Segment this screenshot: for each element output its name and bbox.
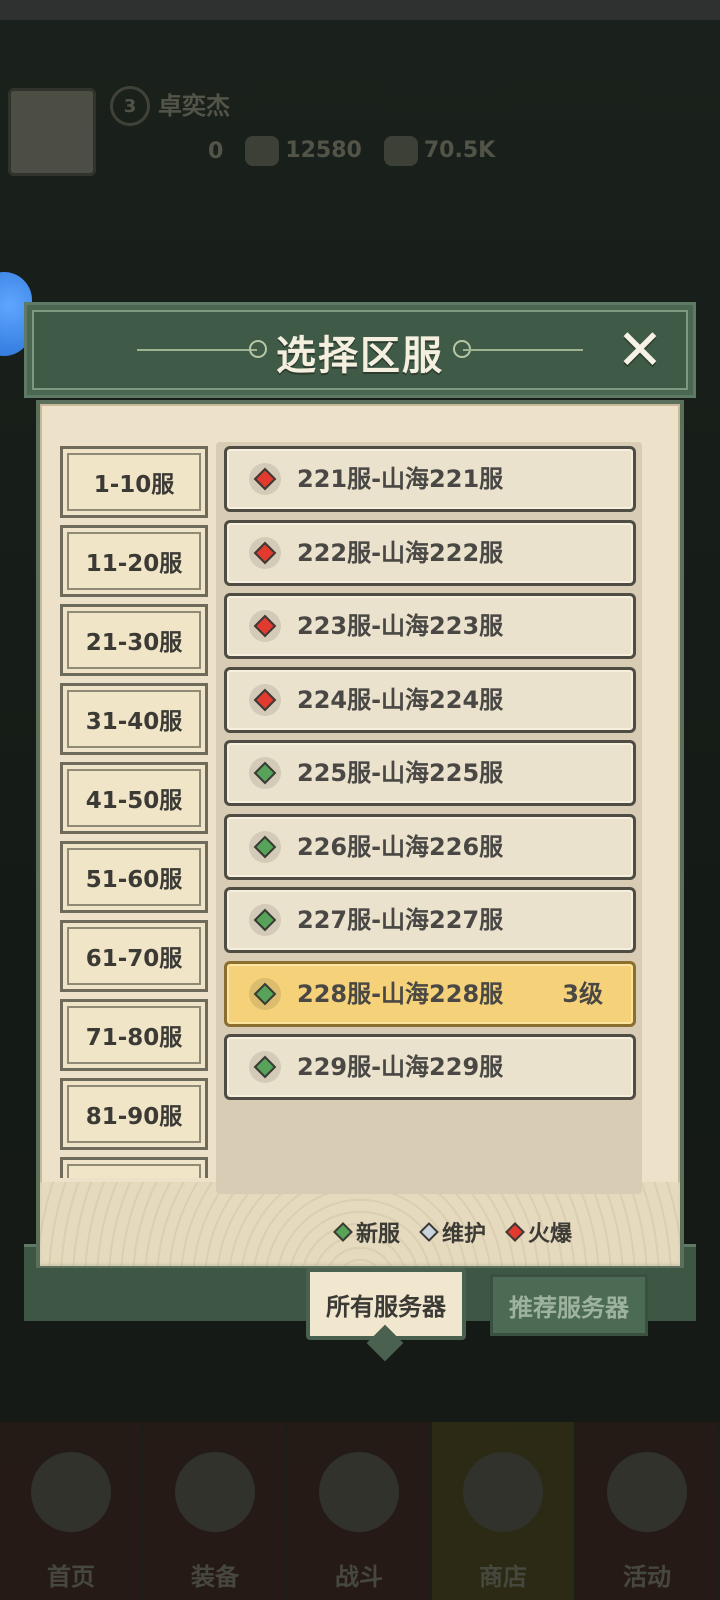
close-icon[interactable]: ✕ [613, 323, 667, 379]
legend-label: 维护 [442, 1222, 487, 1247]
status-legend: 新服 维护 火爆 [333, 1212, 636, 1252]
player-name: 卓奕杰 [158, 92, 230, 120]
player-avatar [8, 88, 96, 176]
nav-icon [319, 1452, 399, 1532]
server-select-header: 选择区服 ✕ [24, 302, 696, 398]
legend-item: 维护 [419, 1216, 487, 1248]
player-stats: 0 12580 70.5K [208, 136, 495, 166]
legend-diamond-icon [333, 1222, 353, 1242]
server-list[interactable]: 221服-山海221服 222服-山海222服 223服-山海223服 224服-山海… [216, 442, 642, 1194]
range-button[interactable]: 1-10服 [60, 446, 208, 518]
server-row[interactable]: 228服-山海228服 3级 [224, 960, 636, 1027]
nav-label: 首页 [47, 1563, 95, 1591]
nav-icon [463, 1452, 543, 1532]
stat-c: 70.5K [383, 136, 495, 166]
server-range-list[interactable]: 1-10服 11-20服 21-30服 31-40服 41-50服 51-60服 61-70… [60, 446, 208, 1178]
status-diamond-icon [249, 683, 281, 716]
status-diamond-icon [249, 610, 281, 642]
range-button[interactable]: 11-20服 [60, 525, 208, 597]
status-diamond-icon [249, 977, 281, 1010]
server-row[interactable]: 227服-山海227服 [224, 887, 636, 953]
status-bar [0, 0, 720, 20]
legend-diamond-icon [419, 1222, 439, 1242]
server-row[interactable]: 222服-山海222服 [224, 519, 636, 586]
server-row[interactable]: 224服-山海224服 [224, 666, 636, 733]
status-diamond-icon [249, 757, 281, 789]
player-level-badge: 3 [110, 86, 150, 126]
dialog-title: 选择区服 [276, 333, 444, 379]
range-button[interactable]: 31-40服 [60, 683, 208, 755]
nav-icon [31, 1452, 111, 1532]
stat-a: 0 [208, 138, 224, 164]
stat-b: 12580 [245, 136, 362, 166]
server-row[interactable]: 221服-山海221服 [224, 446, 636, 512]
power-icon [383, 136, 418, 166]
server-name: 229服-山海229服 [297, 1053, 504, 1081]
server-character-level: 3级 [562, 979, 603, 1008]
server-name: 221服-山海221服 [297, 465, 504, 493]
server-name: 226服-山海226服 [297, 832, 504, 861]
bottom-nav-item[interactable]: 装备 [144, 1422, 288, 1600]
title-ornament-right [463, 349, 583, 351]
bottom-nav-item[interactable]: 战斗 [288, 1422, 432, 1600]
server-name: 227服-山海227服 [297, 906, 504, 934]
server-name: 223服-山海223服 [297, 612, 504, 640]
nav-label: 装备 [191, 1563, 239, 1591]
server-name: 225服-山海225服 [297, 759, 504, 787]
nav-label: 战斗 [335, 1563, 383, 1591]
coin-icon [245, 136, 280, 166]
range-button[interactable]: 81-90服 [60, 1078, 208, 1150]
player-header: 3 卓奕杰 0 12580 70.5K [8, 80, 528, 190]
legend-label: 火爆 [528, 1222, 573, 1247]
range-button[interactable]: 71-80服 [60, 999, 208, 1071]
server-row[interactable]: 225服-山海225服 [224, 740, 636, 806]
range-button[interactable]: 41-50服 [60, 762, 208, 834]
status-diamond-icon [249, 463, 281, 495]
range-button[interactable]: 21-30服 [60, 604, 208, 676]
range-button[interactable]: 61-70服 [60, 920, 208, 992]
server-row[interactable]: 223服-山海223服 [224, 593, 636, 659]
bottom-nav-item[interactable]: 活动 [576, 1422, 720, 1600]
server-name: 222服-山海222服 [297, 538, 504, 567]
nav-icon [607, 1452, 687, 1532]
server-name: 224服-山海224服 [297, 685, 504, 714]
legend-label: 新服 [356, 1222, 401, 1247]
nav-label: 活动 [623, 1563, 671, 1591]
range-button[interactable]: 51-60服 [60, 841, 208, 913]
status-diamond-icon [249, 904, 281, 936]
bottom-nav-item[interactable]: 商店 [432, 1422, 576, 1600]
status-diamond-icon [249, 830, 281, 863]
bottom-navigation: 首页 装备 战斗 商店 活动 [0, 1422, 720, 1600]
status-diamond-icon [249, 1051, 281, 1083]
server-row[interactable]: 226服-山海226服 [224, 813, 636, 880]
nav-label: 商店 [479, 1563, 527, 1591]
legend-item: 火爆 [505, 1216, 573, 1248]
tab-recommended-servers[interactable]: 推荐服务器 [490, 1274, 648, 1336]
range-button[interactable]: 91-100服 [60, 1157, 208, 1178]
server-name: 228服-山海228服 [297, 979, 504, 1008]
bottom-nav-item[interactable]: 首页 [0, 1422, 144, 1600]
legend-diamond-icon [505, 1222, 525, 1242]
server-row[interactable]: 229服-山海229服 [224, 1034, 636, 1100]
legend-item: 新服 [333, 1216, 401, 1248]
nav-icon [175, 1452, 255, 1532]
status-diamond-icon [249, 536, 281, 569]
